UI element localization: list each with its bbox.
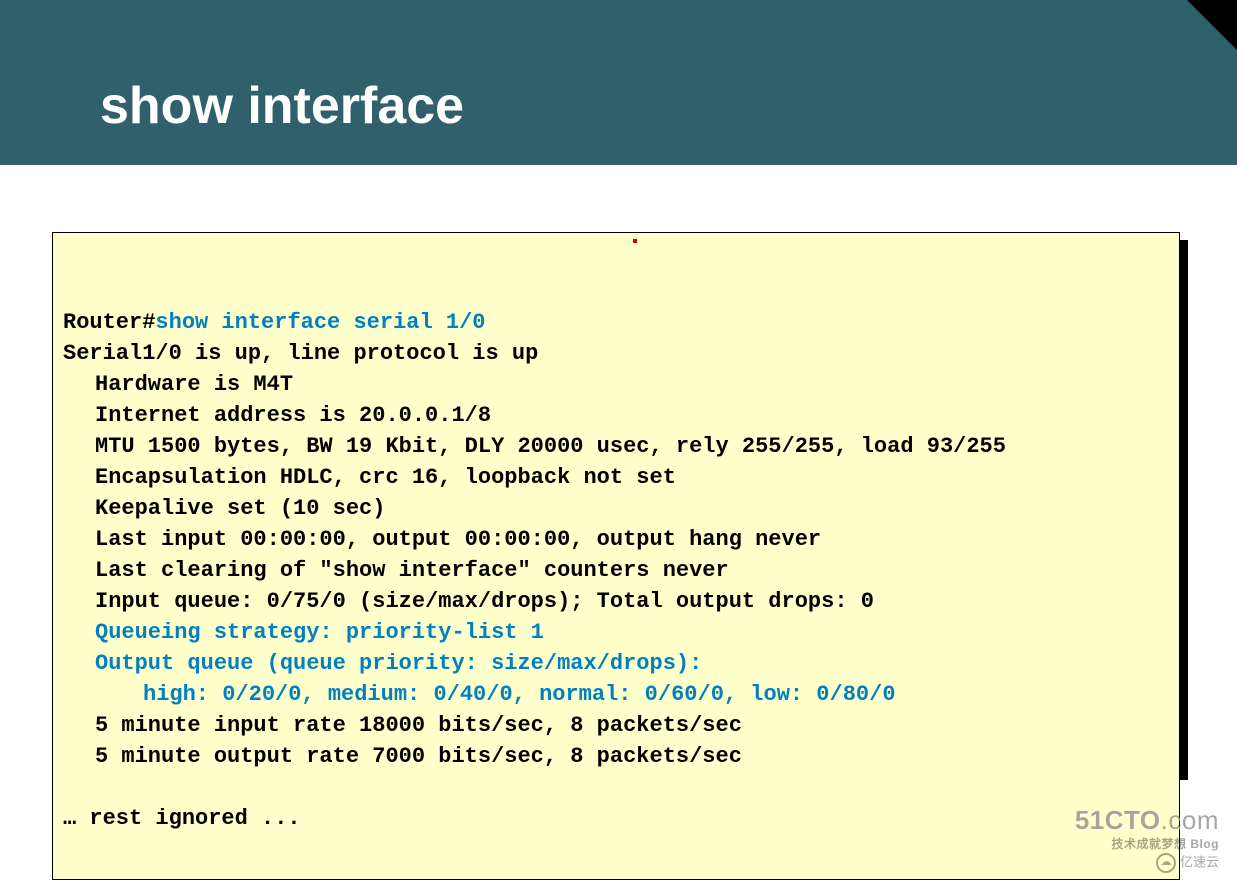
- out-line-highlight: Queueing strategy: priority-list 1: [63, 617, 544, 648]
- out-line-rest: … rest ignored ...: [63, 806, 301, 831]
- corner-decoration: [1187, 0, 1237, 50]
- out-line: Input queue: 0/75/0 (size/max/drops); To…: [63, 586, 874, 617]
- router-prompt: Router#: [63, 310, 155, 335]
- watermark-51cto: 51CTO.com: [1075, 805, 1219, 836]
- terminal-output: Router#show interface serial 1/0 Serial1…: [52, 232, 1180, 880]
- pointer-dot-icon: [633, 239, 637, 243]
- cli-command: show interface serial 1/0: [155, 310, 485, 335]
- wm-text: .com: [1161, 805, 1219, 835]
- slide-title: show interface: [100, 76, 464, 136]
- slide-header: show interface: [0, 0, 1237, 165]
- wm-text: 亿速云: [1180, 854, 1219, 869]
- out-line: Last input 00:00:00, output 00:00:00, ou…: [63, 524, 821, 555]
- wm-text: 51CTO: [1075, 805, 1161, 835]
- watermark-block: 51CTO.com 技术成就梦想 Blog ☁ 亿速云: [1075, 805, 1219, 873]
- out-line: Internet address is 20.0.0.1/8: [63, 400, 491, 431]
- out-line: Last clearing of "show interface" counte…: [63, 555, 729, 586]
- out-line: Keepalive set (10 sec): [63, 493, 385, 524]
- out-line: Encapsulation HDLC, crc 16, loopback not…: [63, 462, 676, 493]
- out-line: 5 minute input rate 18000 bits/sec, 8 pa…: [63, 710, 742, 741]
- out-line: Serial1/0 is up, line protocol is up: [63, 341, 538, 366]
- watermark-yisu: ☁ 亿速云: [1075, 853, 1219, 873]
- out-line: 5 minute output rate 7000 bits/sec, 8 pa…: [63, 741, 742, 772]
- cloud-icon: ☁: [1156, 853, 1176, 873]
- out-line: MTU 1500 bytes, BW 19 Kbit, DLY 20000 us…: [63, 431, 1006, 462]
- watermark-sub: 技术成就梦想 Blog: [1075, 837, 1219, 851]
- terminal-container: Router#show interface serial 1/0 Serial1…: [52, 232, 1180, 880]
- out-line: Hardware is M4T: [63, 369, 293, 400]
- out-line-highlight: Output queue (queue priority: size/max/d…: [63, 648, 702, 679]
- out-line-highlight: high: 0/20/0, medium: 0/40/0, normal: 0/…: [63, 679, 896, 710]
